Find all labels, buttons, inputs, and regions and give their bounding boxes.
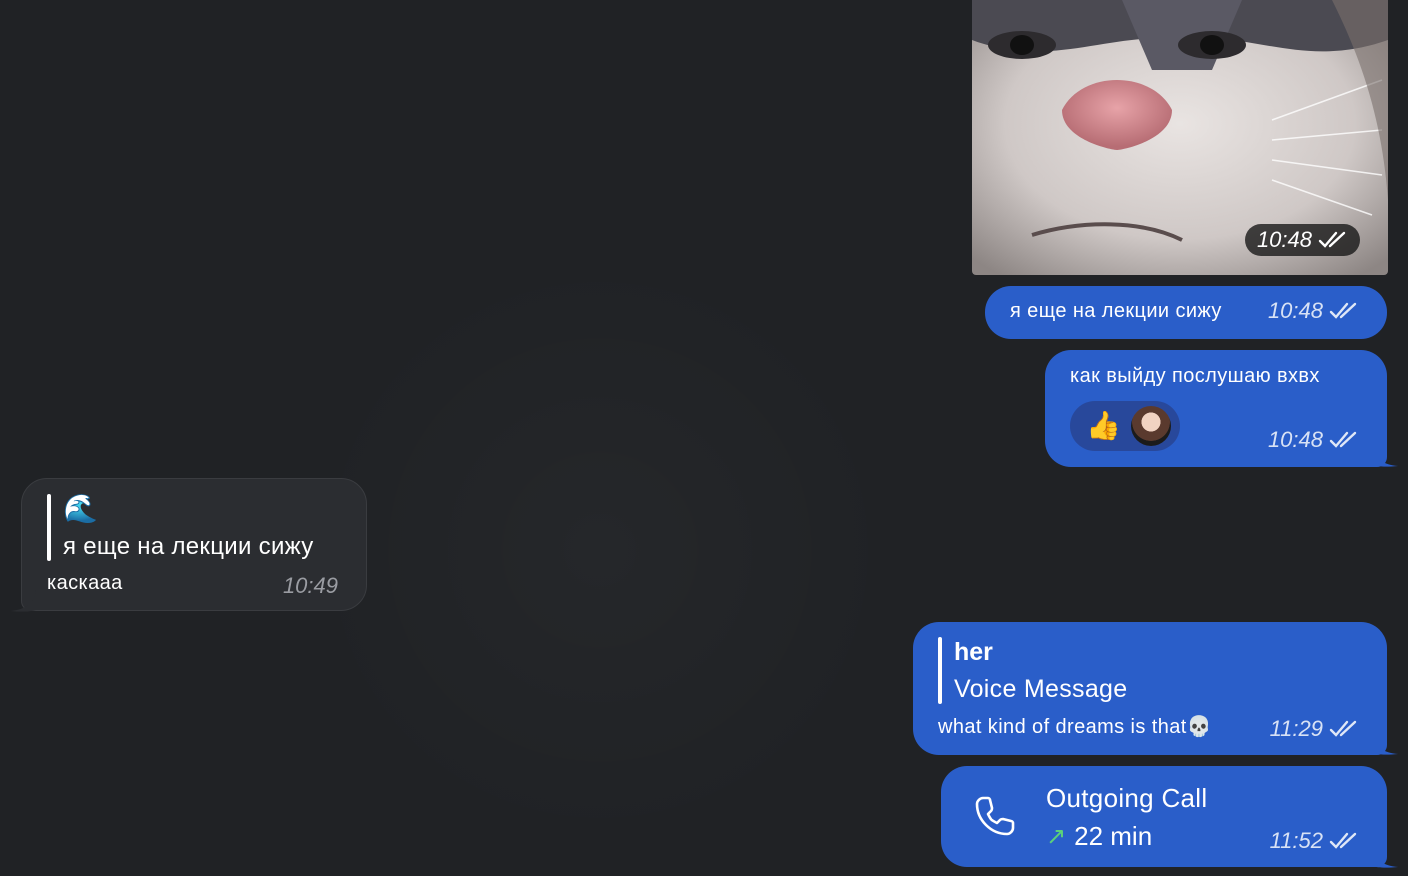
outgoing-arrow-icon: ↗	[1046, 823, 1067, 850]
thumbs-up-reaction: 👍	[1086, 410, 1121, 441]
outgoing-reply-message[interactable]: her Voice Message what kind of dreams is…	[913, 622, 1387, 755]
quoted-voice-label: Voice Message	[954, 675, 1128, 703]
reply-quote-bar	[938, 637, 942, 704]
call-title: Outgoing Call	[1046, 783, 1208, 813]
outgoing-message[interactable]: как выйду послушаю вхвх 👍 10:48	[1045, 350, 1387, 467]
message-text: как выйду послушаю вхвх	[1070, 365, 1320, 387]
double-check-icon	[1329, 302, 1357, 319]
message-text: what kind of dreams is that💀	[938, 716, 1212, 738]
outgoing-call-message[interactable]: Outgoing Call ↗ 22 min 11:52	[941, 766, 1387, 867]
message-timestamp: 10:48	[1268, 298, 1359, 324]
double-check-icon	[1329, 431, 1357, 448]
bubble-tail	[1372, 733, 1398, 755]
message-text: я еще на лекции сижу	[1010, 300, 1222, 322]
double-check-icon	[1318, 231, 1346, 248]
message-text: каскааа	[47, 572, 123, 594]
time-text: 11:52	[1269, 828, 1323, 853]
time-text: 10:48	[1267, 298, 1323, 323]
time-text: 10:48	[1267, 427, 1323, 452]
photo-message[interactable]: 10:48	[972, 0, 1388, 275]
message-timestamp: 10:49	[282, 573, 338, 598]
chat-background	[300, 250, 900, 850]
reactor-avatar	[1130, 406, 1171, 446]
quoted-author: her	[954, 638, 993, 666]
incoming-message[interactable]: 🌊 я еще на лекции сижу каскааа 10:49	[21, 478, 367, 611]
reaction-pill[interactable]: 👍	[1070, 401, 1180, 451]
outgoing-message[interactable]: я еще на лекции сижу 10:48	[985, 286, 1387, 339]
photo-timestamp: 10:48	[1244, 224, 1360, 256]
message-timestamp: 11:29	[1270, 716, 1359, 742]
reply-quote-bar	[47, 494, 51, 561]
quoted-emoji: 🌊	[63, 493, 98, 524]
phone-icon[interactable]	[971, 792, 1019, 840]
double-check-icon	[1329, 832, 1357, 849]
bubble-tail	[1372, 846, 1398, 868]
bubble-tail	[10, 590, 36, 612]
message-timestamp: 11:52	[1270, 828, 1359, 854]
photo-time-text: 10:48	[1256, 227, 1312, 252]
call-duration-text: 22 min	[1074, 821, 1153, 851]
time-text: 11:29	[1269, 716, 1323, 741]
call-duration: ↗ 22 min	[1046, 821, 1152, 852]
quoted-text: я еще на лекции сижу	[63, 533, 314, 560]
double-check-icon	[1329, 720, 1357, 737]
bubble-tail	[1372, 445, 1398, 467]
message-timestamp: 10:48	[1268, 427, 1359, 453]
